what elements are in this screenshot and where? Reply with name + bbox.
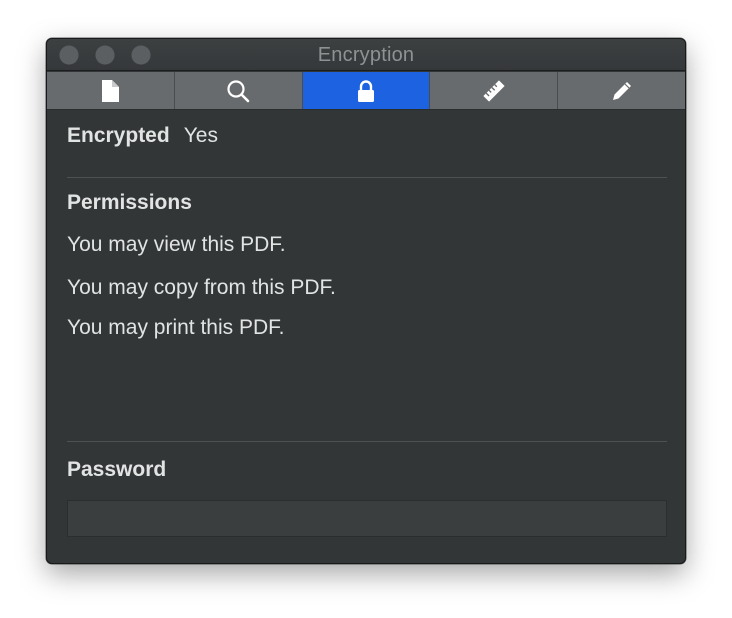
permission-print: You may print this PDF. [67,316,285,339]
ruler-icon [482,79,506,103]
title-bar[interactable]: Encryption [47,39,685,71]
tab-annotations[interactable] [558,72,685,109]
window-title: Encryption [317,44,415,66]
lock-icon [357,79,375,102]
tab-encryption[interactable] [302,72,431,109]
inspector-window: Encryption Encrypted Yes Permissions You… [46,38,686,564]
magnifier-icon [226,79,250,103]
divider [67,441,667,442]
document-icon [101,79,120,102]
encrypted-value: Yes [183,124,218,147]
tab-search[interactable] [175,72,303,109]
permissions-heading: Permissions [67,191,192,214]
encryption-status-row: Encrypted Yes [67,124,218,148]
inspector-tab-bar [47,72,685,110]
password-heading: Password [67,458,167,481]
permission-view: You may view this PDF. [67,233,286,256]
divider [67,177,667,178]
tab-document-info[interactable] [47,72,175,109]
pencil-icon [610,79,634,103]
encrypted-label: Encrypted [67,124,170,147]
password-field[interactable] [67,500,667,537]
tab-cropping[interactable] [430,72,559,109]
permission-copy: You may copy from this PDF. [67,276,336,299]
